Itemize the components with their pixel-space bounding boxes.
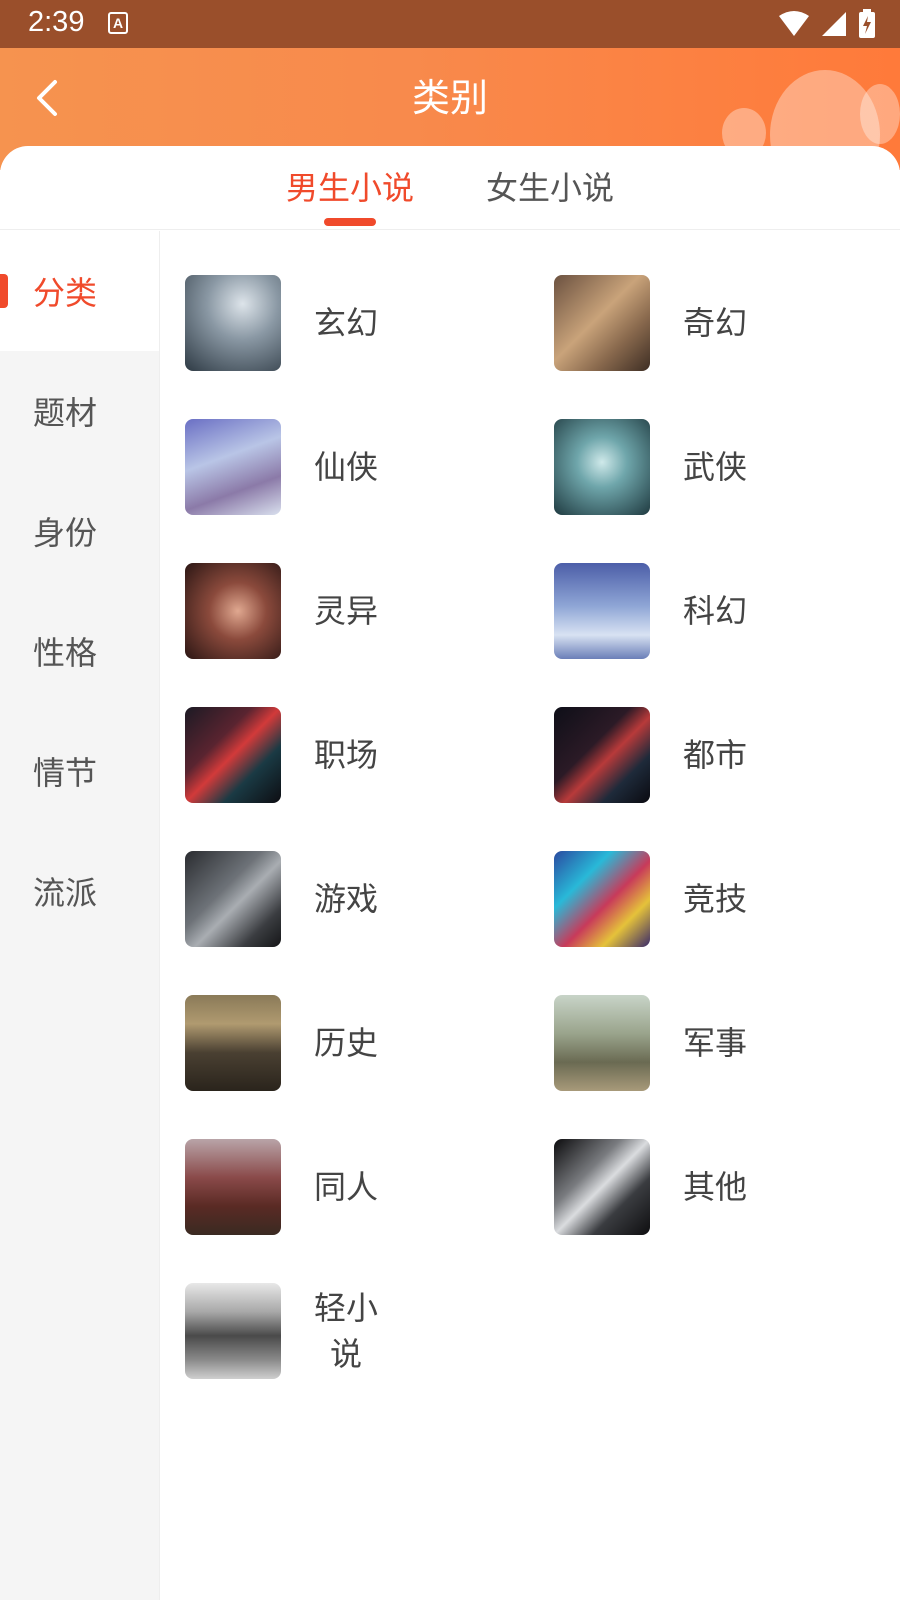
- category-label: 玄幻: [314, 304, 379, 342]
- category-label: 轻小说: [314, 1289, 379, 1373]
- category-youxi[interactable]: 游戏: [185, 851, 525, 947]
- sidebar-item-personality[interactable]: 性格: [0, 591, 159, 711]
- category-kehuan[interactable]: 科幻: [554, 563, 894, 659]
- category-thumbnail: [185, 275, 281, 371]
- category-label: 科幻: [683, 592, 748, 630]
- category-grid: 玄幻 奇幻 仙侠 武侠 灵异 科幻 职场 都市 游戏 竞技 历史 军事 同人 其…: [160, 231, 900, 1427]
- grid-row: 同人 其他: [160, 1139, 900, 1283]
- category-thumbnail: [554, 563, 650, 659]
- category-thumbnail: [554, 275, 650, 371]
- category-thumbnail: [185, 419, 281, 515]
- category-label: 灵异: [314, 592, 379, 630]
- status-bar: 2:39 A: [0, 0, 900, 48]
- category-label: 同人: [314, 1168, 379, 1206]
- sidebar-item-plot[interactable]: 情节: [0, 711, 159, 831]
- status-icons: [778, 8, 876, 40]
- category-zhichang[interactable]: 职场: [185, 707, 525, 803]
- category-label: 仙侠: [314, 448, 379, 486]
- sidebar-item-label: 性格: [33, 634, 98, 672]
- tab-male-novels[interactable]: 男生小说: [286, 166, 414, 210]
- tab-bar: 男生小说 女生小说: [0, 146, 900, 230]
- category-xianxia[interactable]: 仙侠: [185, 419, 525, 515]
- sidebar-item-theme[interactable]: 题材: [0, 351, 159, 471]
- sidebar: 分类 题材 身份 性格 情节 流派: [0, 231, 160, 1600]
- category-thumbnail: [554, 707, 650, 803]
- category-qingxiaoshuo[interactable]: 轻小说: [185, 1283, 525, 1379]
- battery-icon: [859, 9, 875, 38]
- grid-row: 轻小说: [160, 1283, 900, 1427]
- sidebar-item-label: 题材: [33, 394, 98, 432]
- sidebar-active-marker: [0, 274, 8, 308]
- sidebar-item-label: 分类: [33, 274, 98, 312]
- category-thumbnail: [185, 707, 281, 803]
- grid-row: 灵异 科幻: [160, 563, 900, 707]
- category-label: 都市: [683, 736, 748, 774]
- grid-row: 玄幻 奇幻: [160, 275, 900, 419]
- category-label: 军事: [683, 1024, 748, 1062]
- a-icon: A: [108, 12, 128, 34]
- category-junshi[interactable]: 军事: [554, 995, 894, 1091]
- header: 2:39 A 类别: [0, 0, 900, 170]
- category-wuxia[interactable]: 武侠: [554, 419, 894, 515]
- category-label: 其他: [683, 1168, 748, 1206]
- sidebar-item-label: 身份: [33, 514, 98, 552]
- category-label: 武侠: [683, 448, 748, 486]
- category-thumbnail: [554, 851, 650, 947]
- category-lingyi[interactable]: 灵异: [185, 563, 525, 659]
- category-thumbnail: [554, 1139, 650, 1235]
- signal-icon: [822, 12, 846, 36]
- grid-row: 历史 军事: [160, 995, 900, 1139]
- category-thumbnail: [554, 419, 650, 515]
- wifi-icon: [779, 11, 809, 36]
- status-time: 2:39: [28, 6, 85, 38]
- tab-active-indicator: [324, 218, 376, 226]
- sidebar-item-label: 情节: [33, 754, 98, 792]
- category-jingji[interactable]: 竞技: [554, 851, 894, 947]
- category-thumbnail: [185, 995, 281, 1091]
- category-tongren[interactable]: 同人: [185, 1139, 525, 1235]
- category-thumbnail: [185, 851, 281, 947]
- category-thumbnail: [554, 995, 650, 1091]
- category-qihuan[interactable]: 奇幻: [554, 275, 894, 371]
- category-label: 历史: [314, 1024, 379, 1062]
- sidebar-item-label: 流派: [33, 874, 98, 912]
- category-thumbnail: [185, 1283, 281, 1379]
- category-label: 奇幻: [683, 304, 748, 342]
- category-label: 职场: [314, 736, 379, 774]
- tab-female-novels[interactable]: 女生小说: [486, 166, 614, 210]
- grid-row: 职场 都市: [160, 707, 900, 851]
- category-xuanhuan[interactable]: 玄幻: [185, 275, 525, 371]
- category-label: 竞技: [683, 880, 748, 918]
- category-dushi[interactable]: 都市: [554, 707, 894, 803]
- sidebar-item-genre[interactable]: 流派: [0, 831, 159, 951]
- grid-row: 仙侠 武侠: [160, 419, 900, 563]
- category-qita[interactable]: 其他: [554, 1139, 894, 1235]
- page-title: 类别: [411, 76, 488, 120]
- category-thumbnail: [185, 563, 281, 659]
- category-label: 游戏: [314, 880, 379, 918]
- grid-row: 游戏 竞技: [160, 851, 900, 995]
- category-thumbnail: [185, 1139, 281, 1235]
- sidebar-item-identity[interactable]: 身份: [0, 471, 159, 591]
- category-lishi[interactable]: 历史: [185, 995, 525, 1091]
- sidebar-item-category[interactable]: 分类: [0, 231, 159, 351]
